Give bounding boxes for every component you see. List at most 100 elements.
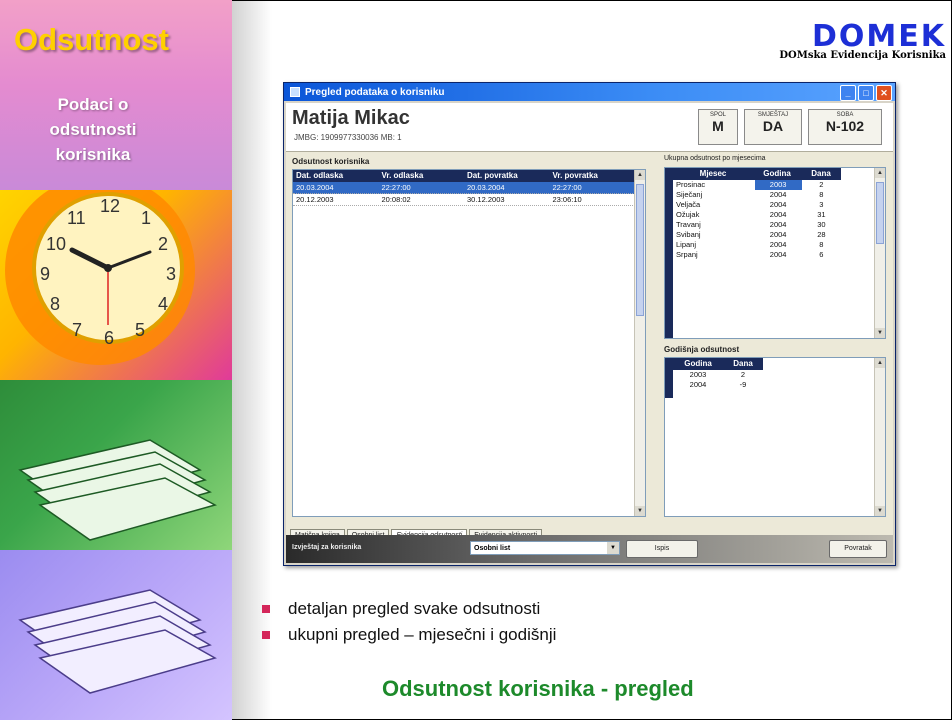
table-cell: 30.12.2003 [467,195,505,204]
user-meta: JMBG: 1909977330036 MB: 1 [294,133,402,142]
chip-gender: SPOL M [698,109,738,145]
print-button[interactable]: Ispis [626,540,698,558]
absence-scrollbar[interactable]: ▲ ▼ [634,170,645,516]
bullet-text: ukupni pregled – mjesečni i godišnji [288,625,557,644]
table-cell: Svibanj [676,230,701,239]
bullet-item: ukupni pregled – mjesečni i godišnji [262,622,556,648]
user-header: Matija Mikac JMBG: 1909977330036 MB: 1 S… [286,103,893,152]
table-row[interactable]: 20.12.2003 20:08:02 30.12.2003 23:06:10 [293,194,635,206]
monthly-scrollbar[interactable]: ▲ ▼ [874,168,885,338]
scroll-down-icon[interactable]: ▼ [875,506,885,516]
chevron-down-icon[interactable]: ▼ [607,542,619,554]
svg-text:9: 9 [40,264,50,284]
svg-text:12: 12 [100,196,120,216]
app-window: Pregled podataka o korisniku _ □ ✕ Matij… [283,82,896,566]
window-body: Matija Mikac JMBG: 1909977330036 MB: 1 S… [286,103,893,563]
domek-logo: DOMEK DOMska Evidencija Korisnika [779,22,946,62]
row-indicator-strip [665,358,673,398]
svg-text:6: 6 [104,328,114,348]
svg-text:2: 2 [158,234,168,254]
bullet-list: detaljan pregled svake odsutnosti ukupni… [262,596,556,648]
yearly-panel-label: Godišnja odsutnost [664,345,740,354]
monthly-table: Mjesec Godina Dana Prosinac 2003 2 Siječan… [673,168,841,260]
table-cell: 20.03.2004 [467,183,505,192]
bullet-icon [262,605,270,613]
return-button[interactable]: Povratak [829,540,887,558]
window-titlebar[interactable]: Pregled podataka o korisniku _ □ ✕ [284,83,895,101]
app-icon [290,87,300,97]
table-row[interactable]: Prosinac 2003 2 [673,180,841,190]
svg-text:1: 1 [141,208,151,228]
absence-grid[interactable]: Dat. odlaska Vr. odlaska Dat. povratka V… [292,169,646,517]
table-cell: 2004 [769,190,787,199]
table-row[interactable]: Travanj 2004 30 [673,220,841,230]
column-header[interactable]: Godina [673,358,723,370]
table-cell: 2004 [769,200,787,209]
maximize-button[interactable]: □ [858,85,874,101]
table-row[interactable]: Srpanj 2004 6 [673,250,841,260]
table-cell: Travanj [676,220,701,229]
yearly-scrollbar[interactable]: ▲ ▼ [874,358,885,516]
svg-text:7: 7 [72,320,82,340]
absence-panel-label: Odsutnost korisnika [292,157,370,166]
column-header[interactable]: Mjesec [673,168,753,180]
close-button[interactable]: ✕ [876,85,892,101]
monthly-panel-label: Ukupna odsutnost po mjesecima [664,155,766,162]
window-title: Pregled podataka o korisniku [305,86,445,98]
minimize-button[interactable]: _ [840,85,856,101]
report-select[interactable]: Osobni list ▼ [470,541,620,555]
table-cell: Prosinac [676,180,706,189]
column-header[interactable]: Godina [753,168,801,180]
chip-room: SOBA N-102 [808,109,882,145]
column-header[interactable]: Dat. odlaska [293,170,379,182]
yearly-grid-header: Godina Dana [673,358,763,370]
scroll-thumb[interactable] [876,182,884,244]
column-header[interactable]: Vr. povratka [550,170,636,182]
footer-title: Odsutnost korisnika - pregled [382,676,694,701]
table-cell: 20.03.2004 [296,183,334,192]
column-header[interactable]: Vr. odlaska [379,170,465,182]
scroll-down-icon[interactable]: ▼ [635,506,645,516]
table-row[interactable]: 2004 -9 [673,380,763,390]
table-cell: 3 [819,200,824,209]
table-cell: 22:27:00 [552,183,582,192]
clock-icon: 12 12 3 45 6 78 9 1011 [5,175,195,365]
table-cell: Siječanj [676,190,703,199]
report-bar: Izvještaj za korisnika Osobni list ▼ Isp… [286,535,893,563]
table-row[interactable]: Ožujak 2004 31 [673,210,841,220]
chip-value: DA [762,118,784,134]
slide-section-title: Odsutnost [14,22,169,57]
monthly-grid[interactable]: Mjesec Godina Dana Prosinac 2003 2 Siječan… [664,167,886,339]
scroll-thumb[interactable] [636,184,644,316]
table-cell: 20:08:02 [381,195,411,204]
yearly-grid[interactable]: Godina Dana 2003 2 2004 -9 ▲ ▼ [664,357,886,517]
chip-accommodation: SMJEŠTAJ DA [744,109,802,145]
scroll-up-icon[interactable]: ▲ [875,168,885,178]
yearly-table: Godina Dana 2003 2 2004 -9 [673,358,763,390]
column-header[interactable]: Dana [723,358,763,370]
table-row[interactable]: Veljača 2004 3 [673,200,841,210]
table-cell: 28 [817,230,826,239]
table-row[interactable]: 2003 2 [673,370,763,380]
table-row[interactable]: Siječanj 2004 8 [673,190,841,200]
column-header[interactable]: Dana [801,168,841,180]
table-cell: Veljača [676,200,701,209]
svg-text:3: 3 [166,264,176,284]
scroll-up-icon[interactable]: ▲ [635,170,645,180]
report-label: Izvještaj za korisnika [292,544,362,551]
table-cell: Srpanj [676,250,698,259]
table-cell: Ožujak [676,210,700,219]
papers-image-purple [0,550,232,720]
table-row[interactable]: 20.03.2004 22:27:00 20.03.2004 22:27:00 [293,182,635,194]
subtitle-line: odsutnosti [49,120,137,139]
scroll-down-icon[interactable]: ▼ [875,328,885,338]
table-row[interactable]: Svibanj 2004 28 [673,230,841,240]
subtitle-line: Podaci o [57,95,129,114]
table-cell: 20.12.2003 [296,195,334,204]
chip-value: N-102 [825,118,865,134]
clock-image: 12 1 2 3 45 6 78 9 10 11 [0,175,232,380]
bullet-item: detaljan pregled svake odsutnosti [262,596,556,622]
table-row[interactable]: Lipanj 2004 8 [673,240,841,250]
scroll-up-icon[interactable]: ▲ [875,358,885,368]
column-header[interactable]: Dat. povratka [464,170,550,182]
